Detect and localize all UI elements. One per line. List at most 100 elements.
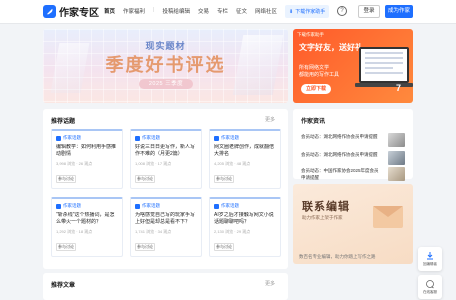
topic-title[interactable]: 编辑教学：如何利用手感推动剧情: [56, 144, 118, 158]
nav-contest[interactable]: 征文: [236, 7, 247, 15]
join-discussion-button[interactable]: 参与讨论: [135, 243, 155, 251]
author-news-panel: 作家资讯 会员动态：湖北网络作协会员申请提醒 会员动态：湖北网络作协会员申请提醒…: [293, 109, 413, 181]
topic-card[interactable]: 作家话题 编辑教学：如何利用手感推动剧情 3,998 浏览 · 26 观点 参与…: [51, 129, 123, 189]
topic-meta: 1,292 浏览 · 18 观点: [56, 229, 93, 234]
topic-card[interactable]: 作家话题 为啥感觉自己写的玩家手写上好但是却总是看不下？ 1,741 浏览 · …: [130, 197, 202, 257]
news-thumbnail: [388, 151, 405, 165]
topic-title[interactable]: AI岁之后才接触写网文小说话题聊聊吧吗？: [214, 212, 276, 226]
topic-tag: 作家话题: [214, 203, 276, 209]
topic-meta: 4,205 浏览 · 48 观点: [214, 161, 251, 166]
brand-name: 作家专区: [59, 8, 99, 19]
topic-tag: 作家话题: [135, 135, 197, 141]
top-header: 作家专区 首页 作家福利 | 投稿给编辑 交易 专栏 征文 网络社区 ⬇ 下载作…: [0, 0, 456, 24]
articles-more-link[interactable]: 更多: [265, 280, 275, 287]
news-item[interactable]: 会员动态：湖北网络作协会员申请提醒: [301, 133, 405, 151]
promo-download-button[interactable]: 立即下载: [301, 84, 331, 94]
topic-meta: 1,008 浏览 · 17 观点: [135, 161, 172, 166]
topics-title: 推荐话题: [51, 119, 76, 125]
contact-editor-banner[interactable]: 联系编辑 助力作家上架于作家 数百名专业编辑，助力你踏上写作之路: [293, 184, 413, 264]
floating-service-button[interactable]: 在线客服: [418, 275, 442, 299]
become-author-button[interactable]: 成为作家: [385, 5, 413, 18]
hero-title: 季度好书评选: [105, 55, 226, 75]
download-icon: ⬇: [289, 8, 294, 15]
topic-meta: 3,998 浏览 · 26 观点: [56, 161, 93, 166]
topic-tag: 作家话题: [214, 135, 276, 141]
help-icon[interactable]: ?: [337, 6, 347, 16]
nav-submit[interactable]: 投稿给编辑: [162, 7, 190, 15]
topic-meta: 1,741 浏览 · 34 观点: [135, 229, 172, 234]
nav-home[interactable]: 首页: [104, 7, 115, 15]
join-discussion-button[interactable]: 参与讨论: [214, 175, 234, 183]
topic-meta: 2,130 浏览 · 29 观点: [214, 229, 251, 234]
nav-author-benefits[interactable]: 作家福利: [123, 7, 145, 15]
nav-trade[interactable]: 交易: [198, 7, 209, 15]
promo-sub: 所有网络文学 都能用的写作工具: [299, 65, 339, 79]
login-button[interactable]: 登录: [358, 5, 380, 18]
promo-badge: 7: [396, 83, 402, 93]
topic-card[interactable]: 作家话题 好说三日日更写作，新人写作不难的（月更2篇） 1,008 浏览 · 1…: [130, 129, 202, 189]
topic-tag-label: 作家话题: [142, 203, 160, 208]
news-thumbnail: [388, 167, 405, 181]
laptop-illustration: [359, 47, 409, 83]
promo-tag: 下载作家助手: [297, 32, 324, 37]
news-thumbnail: [388, 133, 405, 147]
topic-title[interactable]: 网文圈老牌创作，成就翻倍大排名: [214, 144, 276, 158]
join-discussion-button[interactable]: 参与讨论: [214, 243, 234, 251]
recommended-topics-panel: 推荐话题 更多 作家话题 编辑教学：如何利用手感推动剧情 3,998 浏览 · …: [43, 109, 288, 269]
news-title: 作家资讯: [301, 119, 326, 125]
topic-tag-label: 作家话题: [221, 135, 239, 140]
topic-tag-label: 作家话题: [63, 203, 81, 208]
chat-icon: [426, 280, 434, 289]
contact-subtitle: 助力作家上架于作家: [302, 215, 343, 220]
topic-icon: [214, 203, 219, 209]
topic-tag-label: 作家话题: [63, 135, 81, 140]
nav-community[interactable]: 网络社区: [255, 7, 277, 15]
floating-label: 回编辑者: [423, 262, 437, 266]
topic-icon: [135, 203, 140, 209]
topic-icon: [56, 135, 61, 141]
articles-title: 推荐文章: [51, 283, 76, 289]
topic-card[interactable]: 作家话题 "斩杀线"这个热播词，是怎么带火一个题材的？ 1,292 浏览 · 1…: [51, 197, 123, 257]
download-icon: [427, 252, 433, 260]
join-discussion-button[interactable]: 参与讨论: [56, 175, 76, 183]
topics-more-link[interactable]: 更多: [265, 116, 275, 123]
feather-icon: [43, 5, 56, 18]
promo-sub-line: 都能用的写作工具: [299, 72, 340, 78]
topic-tag: 作家话题: [56, 135, 118, 141]
topic-icon: [56, 203, 61, 209]
contact-caption: 数百名专业编辑，助力你踏上写作之路: [299, 254, 376, 259]
download-label: 下载作家助手: [295, 9, 326, 15]
news-item-text: 会员动态：湖北网络作协会员申请提醒: [301, 134, 378, 139]
hero-season-badge: 2025 三季度: [139, 79, 193, 89]
topic-tag-label: 作家话题: [142, 135, 160, 140]
floating-label: 在线客服: [423, 290, 437, 294]
promo-sub-line: 所有网络文学: [299, 65, 330, 71]
nav-divider: |: [153, 7, 155, 13]
news-item[interactable]: 会员动态：中国作家协会2025年度会员申请提醒: [301, 167, 405, 185]
main-nav: 首页 作家福利 | 投稿给编辑 交易 专栏 征文 网络社区: [104, 7, 285, 15]
topic-icon: [135, 135, 140, 141]
laptop-base: [355, 83, 413, 87]
nav-column[interactable]: 专栏: [217, 7, 228, 15]
topic-title[interactable]: "斩杀线"这个热播词，是怎么带火一个题材的？: [56, 212, 118, 226]
topic-tag: 作家话题: [135, 203, 197, 209]
topic-cards: 作家话题 编辑教学：如何利用手感推动剧情 3,998 浏览 · 26 观点 参与…: [51, 129, 281, 257]
topic-tag-label: 作家话题: [221, 203, 239, 208]
download-assistant-button[interactable]: ⬇ 下载作家助手: [285, 5, 330, 18]
topic-card[interactable]: 作家话题 网文圈老牌创作，成就翻倍大排名 4,205 浏览 · 48 观点 参与…: [209, 129, 281, 189]
topic-title[interactable]: 好说三日日更写作，新人写作不难的（月更2篇）: [135, 144, 197, 158]
join-discussion-button[interactable]: 参与讨论: [135, 175, 155, 183]
topic-title[interactable]: 为啥感觉自己写的玩家手写上好但是却总是看不下？: [135, 212, 197, 226]
promo-headline: 文字好友，送好礼: [299, 43, 363, 52]
topic-tag: 作家话题: [56, 203, 118, 209]
contact-title: 联系编辑: [302, 201, 350, 213]
brand-logo[interactable]: 作家专区: [43, 4, 99, 19]
download-promo-banner[interactable]: 下载作家助手 文字好友，送好礼 所有网络文学 都能用的写作工具 立即下载 7: [293, 29, 413, 103]
topic-icon: [214, 135, 219, 141]
recommended-articles-panel: 推荐文章 更多: [43, 273, 288, 300]
hero-banner[interactable]: 现实题材 季度好书评选 2025 三季度: [43, 29, 288, 103]
topic-card[interactable]: 作家话题 AI岁之后才接触写网文小说话题聊聊吧吗？ 2,130 浏览 · 29 …: [209, 197, 281, 257]
join-discussion-button[interactable]: 参与讨论: [56, 243, 76, 251]
news-item-text: 会员动态：中国作家协会2025年度会员申请提醒: [301, 168, 379, 180]
floating-download-button[interactable]: 回编辑者: [418, 247, 442, 271]
